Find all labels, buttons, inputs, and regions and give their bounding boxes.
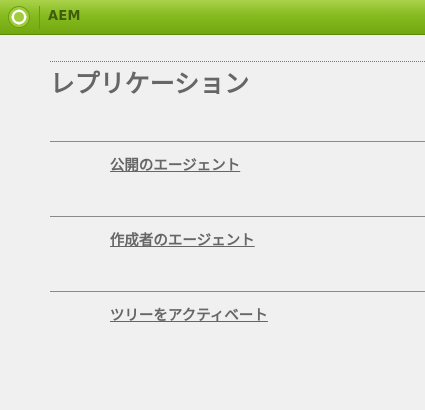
section-divider [50, 216, 425, 217]
activate-tree-link[interactable]: ツリーをアクティベート [110, 304, 268, 325]
aem-logo-icon[interactable] [8, 6, 30, 28]
app-name[interactable]: AEM [48, 9, 81, 24]
header-divider [39, 6, 40, 29]
section-divider [50, 291, 425, 292]
publish-agents-link[interactable]: 公開のエージェント [110, 154, 240, 175]
title-divider [50, 61, 425, 62]
top-bar: AEM [0, 0, 425, 35]
section-divider [50, 141, 425, 142]
page-title: レプリケーション [50, 69, 250, 98]
author-agents-link[interactable]: 作成者のエージェント [110, 229, 255, 250]
